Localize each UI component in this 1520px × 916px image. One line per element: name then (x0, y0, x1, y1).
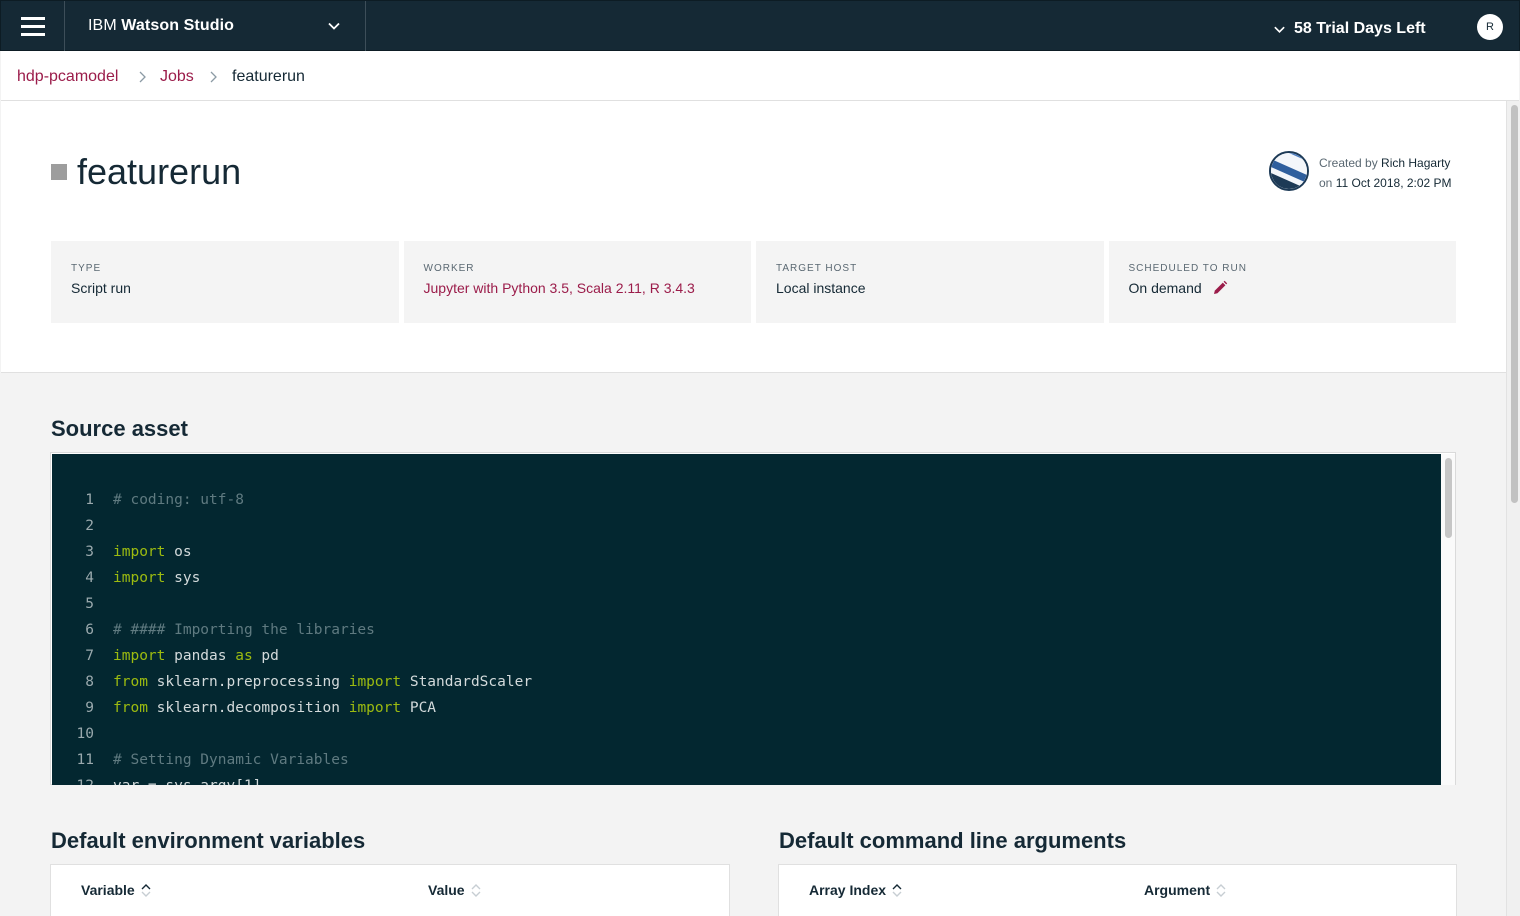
code-line: 10 (52, 721, 1441, 747)
code-text: from sklearn.decomposition import PCA (113, 700, 437, 716)
cli-args-title: Default command line arguments (779, 828, 1127, 853)
trial-days-dropdown[interactable]: 58 Trial Days Left (1273, 20, 1426, 38)
code-line: 7 import pandas as pd (52, 643, 1441, 669)
code-line: 1 # coding: utf-8 (52, 487, 1441, 513)
job-status-icon (51, 164, 67, 180)
chevron-down-icon (328, 22, 340, 30)
code-text: import pandas as pd (113, 648, 279, 664)
worker-link[interactable]: Jupyter with Python 3.5, Scala 2.11, R 3… (424, 280, 732, 296)
code-text: from sklearn.preprocessing import Standa… (113, 674, 533, 690)
code-text: import os (113, 544, 192, 560)
type-card: TYPE Script run (51, 241, 399, 323)
line-number: 4 (85, 570, 94, 586)
line-number: 12 (52, 773, 94, 785)
page-title: featurerun (77, 151, 242, 192)
line-number: 1 (85, 492, 94, 508)
code-line: 6 # #### Importing the libraries (52, 617, 1441, 643)
code-line: 2 (52, 513, 1441, 539)
created-date: 11 Oct 2018, 2:02 PM (1335, 176, 1452, 190)
code-scrollbar[interactable] (1441, 454, 1455, 785)
job-header: featurerun Created by Rich Hagarty on 11… (1, 101, 1506, 373)
worker-card: WORKER Jupyter with Python 3.5, Scala 2.… (403, 241, 751, 323)
schedule-value: On demand (1128, 280, 1202, 296)
chevron-right-icon (210, 71, 217, 83)
hamburger-menu-icon[interactable] (1, 1, 65, 52)
user-avatar[interactable]: R (1477, 14, 1503, 40)
sort-icon (471, 883, 481, 898)
brand-switcher[interactable]: IBM Watson Studio (65, 1, 366, 52)
line-number: 8 (85, 674, 94, 690)
cli-args-table: Array Index Argument (778, 864, 1457, 916)
code-editor[interactable]: 1 # coding: utf-8 2 3 import os 4 import sys 5 6… (52, 454, 1441, 785)
breadcrumb: hdp-pcamodel Jobs featurerun (1, 51, 1519, 101)
code-text: var = sys.argv[1] (113, 778, 261, 785)
code-text: # coding: utf-8 (113, 492, 244, 508)
line-number: 9 (85, 700, 94, 716)
trial-days-label: 58 Trial Days Left (1294, 20, 1426, 37)
column-header-argument[interactable]: Argument (1144, 882, 1226, 898)
schedule-card: SCHEDULED TO RUN On demand (1108, 241, 1456, 323)
source-code-viewer: 1 # coding: utf-8 2 3 import os 4 import sys 5 6… (50, 452, 1456, 785)
line-number: 5 (85, 596, 94, 612)
line-number: 6 (85, 622, 94, 638)
code-line: 8 from sklearn.preprocessing import Stand… (52, 669, 1441, 695)
chevron-right-icon (139, 71, 146, 83)
env-vars-table: Variable Value (50, 864, 730, 916)
line-number: 10 (76, 726, 94, 742)
column-header-value[interactable]: Value (428, 882, 481, 898)
source-asset-title: Source asset (51, 416, 188, 441)
brand-title: IBM Watson Studio (88, 17, 234, 34)
line-number: 7 (85, 648, 94, 664)
column-header-variable[interactable]: Variable (81, 882, 151, 898)
job-details-cards: TYPE Script run WORKER Jupyter with Pyth… (51, 241, 1456, 323)
env-vars-title: Default environment variables (51, 828, 366, 853)
code-line: 5 (52, 591, 1441, 617)
top-header: IBM Watson Studio 58 Trial Days Left R (0, 0, 1520, 52)
line-number: 3 (85, 544, 94, 560)
edit-pencil-icon[interactable] (1212, 280, 1228, 296)
column-header-array-index[interactable]: Array Index (809, 882, 902, 898)
target-host-card: TARGET HOST Local instance (756, 241, 1104, 323)
code-line: 3 import os (52, 539, 1441, 565)
created-by-info: Created by Rich Hagarty on 11 Oct 2018, … (1319, 156, 1452, 190)
code-text: # Setting Dynamic Variables (113, 752, 349, 768)
page-scrollbar[interactable] (1506, 101, 1520, 916)
code-line: 9 from sklearn.decomposition import PCA (52, 695, 1441, 721)
code-text: # #### Importing the libraries (113, 622, 375, 638)
line-number: 2 (85, 518, 94, 534)
sort-icon (141, 883, 151, 898)
breadcrumb-jobs-link[interactable]: Jobs (160, 68, 194, 86)
breadcrumb-project-link[interactable]: hdp-pcamodel (17, 68, 118, 86)
sort-icon (892, 883, 902, 898)
creator-avatar (1269, 151, 1309, 191)
sort-icon (1216, 883, 1226, 898)
code-line: 12 var = sys.argv[1] (52, 773, 1441, 785)
code-line: 11 # Setting Dynamic Variables (52, 747, 1441, 773)
line-number: 11 (76, 752, 94, 768)
chevron-down-icon (1274, 26, 1285, 33)
creator-name: Rich Hagarty (1381, 156, 1451, 170)
code-line: 4 import sys (52, 565, 1441, 591)
code-text: import sys (113, 570, 201, 586)
breadcrumb-current: featurerun (232, 68, 305, 85)
